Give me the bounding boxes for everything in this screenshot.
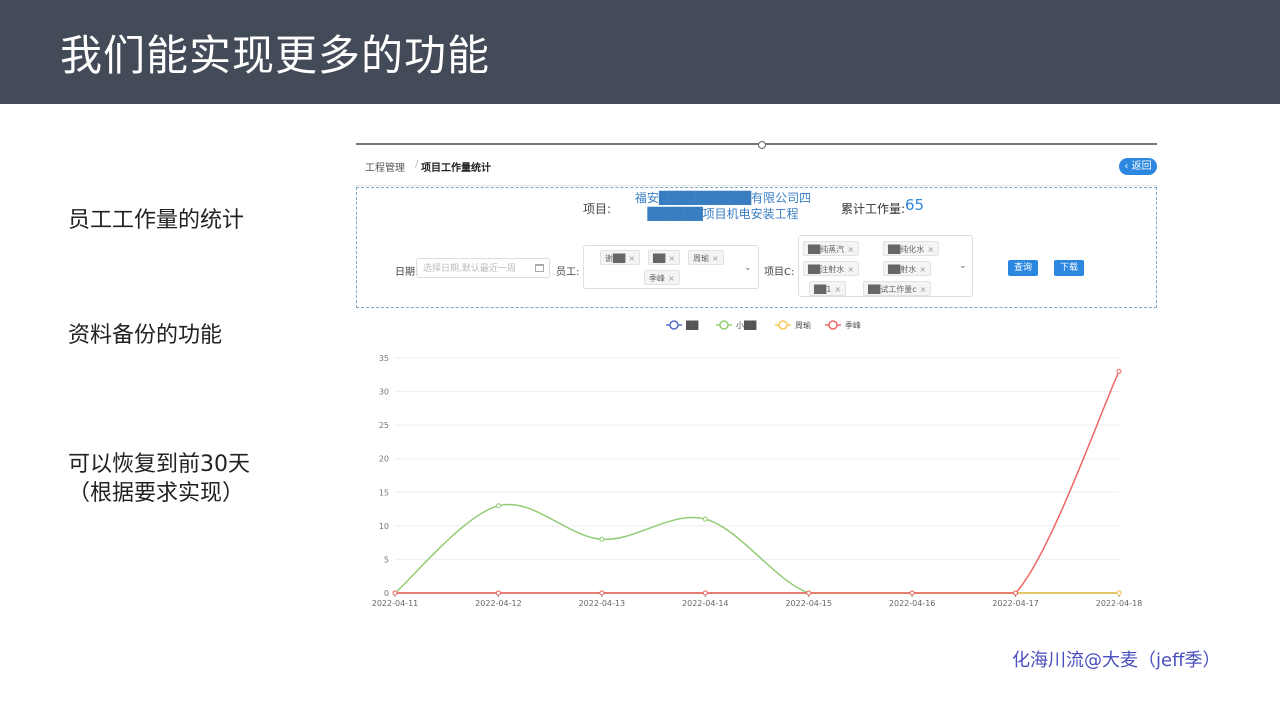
tag-close-icon: ×	[919, 265, 927, 274]
data-point	[599, 536, 605, 542]
date-label: 日期:	[395, 267, 419, 278]
tag-close-icon: ×	[847, 265, 855, 274]
data-point	[495, 503, 501, 509]
legend-marker	[778, 320, 788, 330]
project-name-line1: 福安██████████有限公司四	[634, 191, 812, 205]
x-tick-label: 2022-04-13	[579, 599, 626, 608]
x-tick-label: 2022-04-12	[475, 599, 522, 608]
employee-tag[interactable]: ██ ×	[648, 250, 681, 265]
data-point	[909, 590, 915, 596]
legend-marker	[719, 320, 729, 330]
breadcrumb: 工程管理 / 项目工作量统计 ‹ 返回	[356, 145, 1157, 186]
employee-tag[interactable]: 谢██ ×	[600, 250, 641, 265]
total-workload-label: 累计工作量:	[841, 202, 906, 216]
chevron-down-icon[interactable]: ⌄	[744, 263, 752, 273]
x-tick-label: 2022-04-16	[889, 599, 936, 608]
breadcrumb-root[interactable]: 工程管理	[365, 159, 405, 174]
back-button[interactable]: ‹ 返回	[1119, 158, 1157, 175]
slide-title: 我们能实现更多的功能	[60, 31, 491, 80]
project-tag[interactable]: ██试工作量c ×	[863, 281, 932, 296]
breadcrumb-separator: /	[415, 159, 419, 170]
data-point	[1013, 590, 1019, 596]
legend-marker	[828, 320, 838, 330]
x-tick-label: 2022-04-18	[1096, 599, 1143, 608]
project-label: 项目:	[583, 202, 612, 216]
bullet-restore: 可以恢复到前30天	[68, 452, 250, 477]
x-tick-label: 2022-04-14	[682, 599, 729, 608]
series-line	[394, 503, 1119, 594]
y-tick-label: 30	[379, 388, 389, 397]
total-workload-value: 65	[905, 196, 925, 214]
data-point	[599, 590, 605, 596]
app-screenshot: 工程管理 / 项目工作量统计 ‹ 返回 项目: 福安██████████有限公司…	[356, 141, 1157, 622]
bullet-backup: 资料备份的功能	[68, 323, 223, 348]
filter-panel: 项目: 福安██████████有限公司四 ██████项目机电安装工程 累计工…	[356, 187, 1157, 308]
y-tick-label: 0	[384, 589, 389, 598]
tag-close-icon: ×	[668, 254, 676, 263]
project-name: 福安██████████有限公司四 ██████项目机电安装工程	[613, 190, 833, 222]
download-button[interactable]: 下载	[1054, 260, 1084, 276]
y-tick-label: 25	[379, 421, 389, 430]
employee-tag[interactable]: 季峰 ×	[644, 270, 680, 285]
y-tick-label: 35	[379, 354, 389, 363]
date-placeholder: 选择日期,默认最近一周	[423, 264, 516, 274]
data-point	[392, 590, 398, 596]
employee-select[interactable]: 谢██ × ██ × 周瑜 × 季峰 × ⌄	[583, 245, 759, 289]
tag-close-icon: ×	[628, 254, 636, 263]
project-tag[interactable]: ██纯化水 ×	[883, 241, 940, 256]
data-point	[702, 590, 708, 596]
breadcrumb-current: 项目工作量统计	[421, 163, 491, 174]
data-point	[1116, 368, 1122, 374]
project-name-line2: ██████项目机电安装工程	[647, 207, 799, 221]
x-tick-label: 2022-04-11	[372, 599, 419, 608]
y-tick-label: 5	[384, 555, 389, 564]
employee-label: 员工:	[556, 267, 580, 278]
bullet-restore-note: （根据要求实现）	[68, 481, 245, 506]
tag-close-icon: ×	[834, 285, 842, 294]
data-point	[1116, 590, 1122, 596]
legend-marker	[669, 320, 679, 330]
workload-chart: 0 5 10 15 20 25 30 35 2022-04-11 2022-04-12 2022-0…	[356, 310, 1157, 622]
x-tick-label: 2022-04-17	[992, 599, 1039, 608]
bullet-workload: 员工工作量的统计	[68, 208, 245, 233]
project-tag[interactable]: ██射水 ×	[883, 261, 932, 276]
y-tick-label: 10	[379, 522, 389, 531]
project-tag[interactable]: ██注射水 ×	[803, 261, 860, 276]
y-tick-label: 20	[379, 455, 389, 464]
legend-label: 小██	[736, 320, 757, 330]
project-tag[interactable]: ██1 ×	[809, 281, 847, 296]
author-credit: 化海川流@大麦（jeff季）	[1012, 650, 1221, 671]
legend-label: 周瑜	[795, 320, 811, 330]
project-tag[interactable]: ██纯蒸汽 ×	[803, 241, 860, 256]
project-c-label: 项目C:	[764, 267, 795, 278]
calendar-icon[interactable]	[535, 264, 544, 272]
data-point	[495, 590, 501, 596]
data-point	[806, 590, 812, 596]
tag-close-icon: ×	[927, 245, 935, 254]
x-tick-label: 2022-04-15	[785, 599, 832, 608]
tag-close-icon: ×	[919, 285, 927, 294]
tag-close-icon: ×	[668, 274, 675, 283]
data-point	[702, 516, 708, 522]
chevron-down-icon[interactable]: ⌄	[959, 261, 967, 271]
legend-label: ██	[685, 320, 699, 330]
query-button[interactable]: 查询	[1008, 260, 1038, 276]
title-banner: 我们能实现更多的功能	[0, 0, 1280, 104]
employee-tag[interactable]: 周瑜 ×	[688, 250, 724, 265]
tag-close-icon: ×	[712, 254, 719, 263]
tag-close-icon: ×	[847, 245, 855, 254]
date-picker-input[interactable]: 选择日期,默认最近一周	[416, 258, 550, 278]
y-tick-label: 15	[379, 488, 389, 497]
project-c-select[interactable]: ██纯蒸汽 × ██纯化水 × ██注射水 × ██射水 × ██1 × ██试工作量c ×…	[798, 235, 973, 297]
line-chart-svg: 0 5 10 15 20 25 30 35 2022-04-11 2022-04-12 2022-0…	[372, 320, 1143, 608]
legend-label: 季峰	[845, 320, 861, 330]
